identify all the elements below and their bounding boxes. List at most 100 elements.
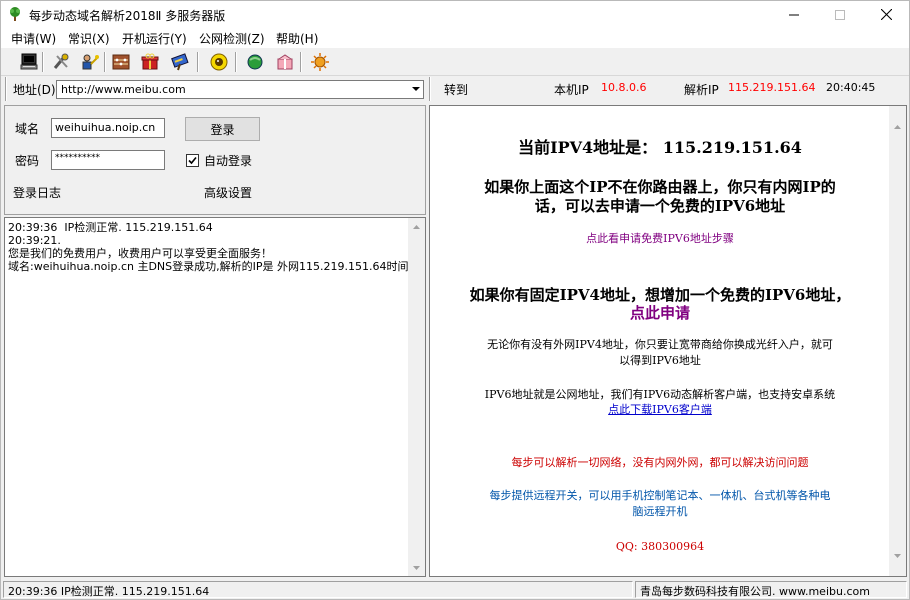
computer-icon xyxy=(20,53,38,70)
domain-input[interactable]: weihuihua.noip.cn xyxy=(51,118,165,138)
sunflower-icon xyxy=(210,53,228,71)
pink-gift-button[interactable] xyxy=(274,51,296,73)
local-ip-label: 本机IP xyxy=(554,83,589,97)
maximize-icon xyxy=(835,9,845,20)
menu-startup[interactable]: 开机运行(Y) xyxy=(122,30,187,47)
log-line: 20:39:36 IP检测正常. 115.219.151.64 xyxy=(8,221,213,234)
computer-button[interactable] xyxy=(18,51,40,73)
address-separator xyxy=(429,77,431,101)
user-key-icon xyxy=(82,54,99,70)
download-ipv6-client-link[interactable]: 点此下载IPV6客户端 xyxy=(608,403,712,416)
close-icon xyxy=(880,9,892,20)
close-button[interactable] xyxy=(863,1,909,28)
resolve-ip-label: 解析IP xyxy=(684,83,719,97)
log-text: 20:39:36 IP检测正常. 115.219.151.64 20:39:21.… xyxy=(8,221,408,273)
gift-pink-icon xyxy=(277,54,293,70)
ipv6-public-line: IPV6地址就是公网地址，我们有IPV6动态解析客户端，也支持安卓系统 xyxy=(484,388,836,401)
address-dropdown-button[interactable] xyxy=(408,81,423,98)
resolve-ip-value: 115.219.151.64 xyxy=(728,81,816,94)
toolbar-separator xyxy=(197,52,199,72)
sunflower-button[interactable] xyxy=(208,51,230,73)
abacus-icon xyxy=(112,54,130,70)
scroll-down-button[interactable] xyxy=(408,559,425,576)
fiber-line1: 无论你有没有外网IPV4地址，你只要让宽带商给你换成光纤入户，就可 xyxy=(487,338,833,351)
login-button[interactable]: 登录 xyxy=(185,117,260,141)
sign-icon xyxy=(171,53,189,71)
toolbar-separator xyxy=(235,52,237,72)
scroll-up-button[interactable] xyxy=(408,218,425,235)
checkmark-icon xyxy=(188,156,197,165)
status-right: 青岛每步数码科技有限公司. www.meibu.com xyxy=(635,581,907,598)
ipv6-steps-link[interactable]: 点此看申请免费IPV6地址步骤 xyxy=(430,231,890,247)
advanced-settings-link[interactable]: 高级设置 xyxy=(204,184,252,201)
window-title: 每步动态域名解析2018Ⅱ 多服务器版 xyxy=(29,9,226,23)
address-separator xyxy=(5,77,7,101)
toolbar-separator xyxy=(104,52,106,72)
clock: 20:40:45 xyxy=(826,81,876,94)
auto-login-checkbox[interactable] xyxy=(186,154,199,167)
go-button[interactable]: 转到 xyxy=(444,81,468,98)
minimize-icon xyxy=(789,14,799,15)
toolbar xyxy=(1,48,909,76)
log-line: 域名:weihuihua.noip.cn 主DNS登录成功,解析的IP是 外网1… xyxy=(8,260,408,273)
sun-button[interactable] xyxy=(309,51,331,73)
address-label: 地址(D) xyxy=(13,83,56,97)
qq-line: QQ: 380300964 xyxy=(615,540,705,553)
local-ip-value: 10.8.0.6 xyxy=(601,81,647,94)
toolbar-separator xyxy=(300,52,302,72)
password-input[interactable]: ********** xyxy=(51,150,165,170)
tools-button[interactable] xyxy=(50,51,72,73)
resolve-all-line: 每步可以解析一切网络，没有内网外网，都可以解决访问问题 xyxy=(511,456,809,469)
status-bar: 20:39:36 IP检测正常. 115.219.151.64 青岛每步数码科技… xyxy=(1,579,909,599)
login-panel: 域名 weihuihua.noip.cn 登录 密码 ********** 自动… xyxy=(4,105,426,215)
abacus-button[interactable] xyxy=(110,51,132,73)
address-row: 地址(D) http://www.meibu.com 转到 本机IP 10.8.… xyxy=(1,77,909,101)
chevron-down-icon xyxy=(413,565,420,570)
web-scrollbar[interactable] xyxy=(889,106,906,576)
chevron-up-icon xyxy=(413,224,420,229)
toolbar-separator xyxy=(42,52,44,72)
chevron-down-icon xyxy=(894,553,901,558)
menu-bar: 申请(W) 常识(X) 开机运行(Y) 公网检测(Z) 帮助(H) xyxy=(1,28,909,48)
menu-public-check[interactable]: 公网检测(Z) xyxy=(199,30,265,47)
minimize-button[interactable] xyxy=(771,1,817,28)
intranet-notice-line2: 话，可以去申请一个免费的IPV6地址 xyxy=(534,197,786,215)
menu-knowledge[interactable]: 常识(X) xyxy=(68,30,110,47)
chevron-up-icon xyxy=(894,124,901,129)
title-bar: 每步动态域名解析2018Ⅱ 多服务器版 xyxy=(1,1,909,28)
web-view[interactable]: 当前IPV4地址是： 115.219.151.64 如果你上面这个IP不在你路由… xyxy=(429,105,907,577)
green-ball-icon xyxy=(247,54,263,70)
tools-icon xyxy=(53,53,69,69)
gift-box-icon xyxy=(141,53,159,70)
domain-label: 域名 xyxy=(15,122,40,136)
green-ball-button[interactable] xyxy=(244,51,266,73)
intranet-notice-line1: 如果你上面这个IP不在你路由器上，你只有内网IP的 xyxy=(484,178,836,196)
remote-switch-line2: 脑远程开机 xyxy=(632,505,688,518)
tree-app-icon xyxy=(10,7,20,21)
web-content: 当前IPV4地址是： 115.219.151.64 如果你上面这个IP不在你路由… xyxy=(430,106,890,576)
address-combobox[interactable]: http://www.meibu.com xyxy=(56,80,424,99)
auto-login-label[interactable]: 自动登录 xyxy=(204,152,252,169)
app-window: 每步动态域名解析2018Ⅱ 多服务器版 申请(W) 常识(X) 开机运行(Y) … xyxy=(0,0,910,600)
maximize-button[interactable] xyxy=(817,1,863,28)
user-key-button[interactable] xyxy=(79,51,101,73)
log-area[interactable]: 20:39:36 IP检测正常. 115.219.151.64 20:39:21.… xyxy=(4,217,426,577)
scroll-down-button[interactable] xyxy=(889,547,906,564)
remote-switch-line1: 每步提供远程开关，可以用手机控制笔记本、一体机、台式机等各种电 xyxy=(489,489,831,502)
apply-link[interactable]: 点此申请 xyxy=(430,302,890,323)
menu-help[interactable]: 帮助(H) xyxy=(276,30,318,47)
login-log-label: 登录日志 xyxy=(13,186,62,200)
sign-button[interactable] xyxy=(169,51,191,73)
menu-apply[interactable]: 申请(W) xyxy=(11,30,56,47)
status-left: 20:39:36 IP检测正常. 115.219.151.64 xyxy=(3,581,633,598)
scroll-up-button[interactable] xyxy=(889,118,906,135)
chevron-down-icon xyxy=(411,87,420,91)
sun-icon xyxy=(311,53,329,71)
ipv4-address-line: 当前IPV4地址是： 115.219.151.64 xyxy=(518,138,802,157)
log-scrollbar[interactable] xyxy=(408,218,425,576)
gift-button[interactable] xyxy=(139,51,161,73)
fiber-line2: 以得到IPV6地址 xyxy=(619,354,701,367)
address-value[interactable]: http://www.meibu.com xyxy=(61,83,186,96)
log-line: 您是我们的免费用户，收费用户可以享受更全面服务！ xyxy=(8,247,272,260)
password-label: 密码 xyxy=(15,154,40,168)
